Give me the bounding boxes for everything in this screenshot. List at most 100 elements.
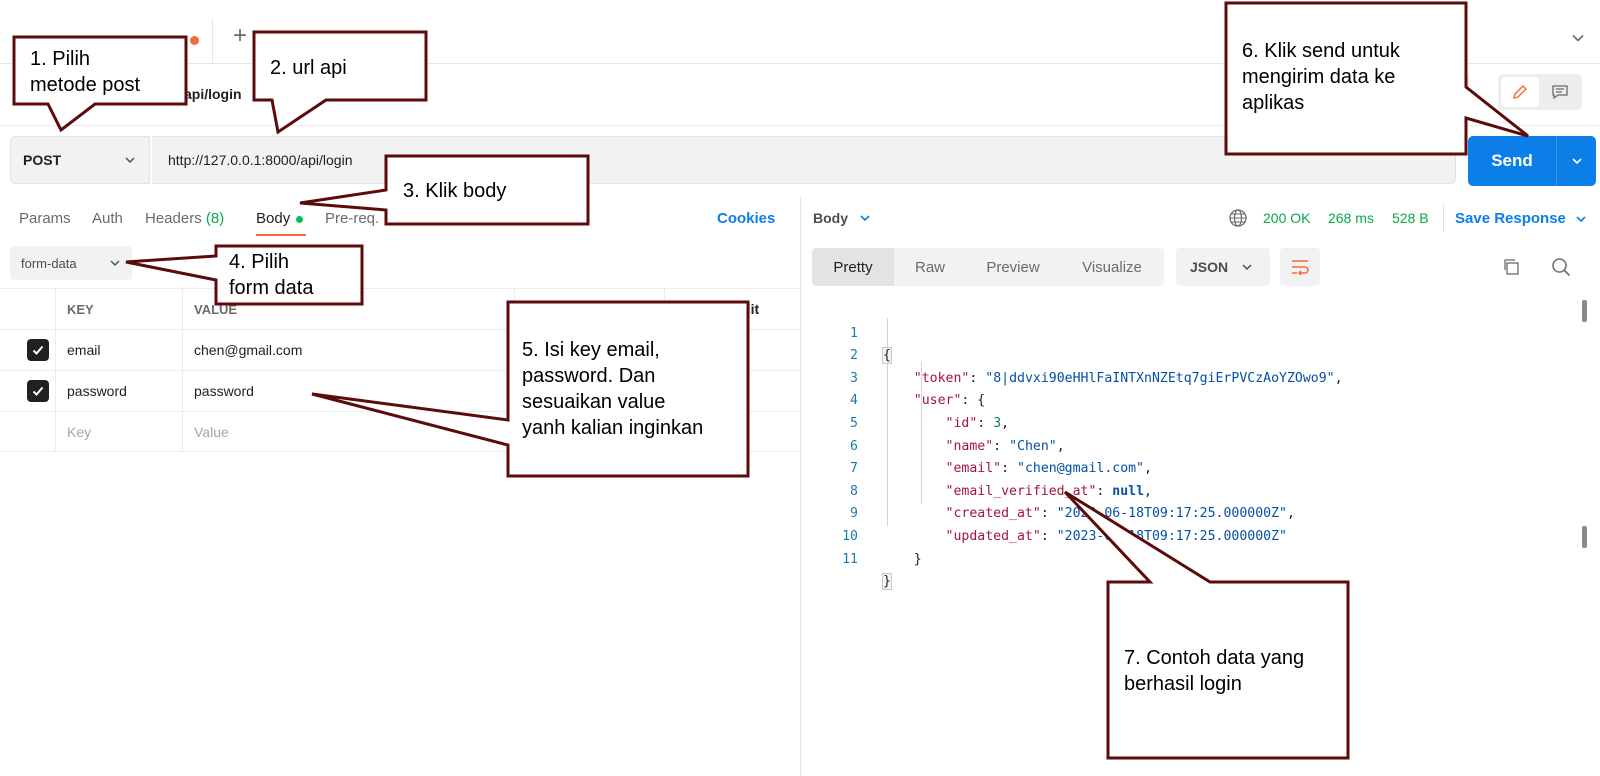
panel-divider[interactable] (800, 196, 801, 776)
send-button[interactable]: Send (1468, 136, 1556, 186)
tab-body-underline (256, 234, 306, 236)
wrap-lines-icon (1292, 260, 1309, 276)
chevron-down-icon (860, 215, 870, 222)
tab-visualize[interactable]: Visualize (1060, 248, 1164, 286)
tab-pretty[interactable]: Pretty (812, 248, 894, 286)
callout-7-text: 7. Contoh data yang berhasil login (1124, 645, 1304, 697)
save-response-button[interactable]: Save Response (1455, 210, 1588, 227)
callout-line: 4. Pilih (229, 251, 290, 273)
tabs-chevron-down-icon[interactable] (1568, 28, 1588, 48)
bulk-edit-link[interactable]: k Edit (710, 289, 800, 329)
code-line: 4 "id": 3, (812, 368, 1572, 431)
chevron-down-icon (1242, 264, 1252, 271)
tab-headers[interactable]: Headers (8) (145, 210, 224, 227)
body-active-dot (296, 215, 304, 223)
callout-4-text: 4. Pilih form data (229, 249, 313, 301)
scrollbar-thumb[interactable] (1582, 526, 1587, 548)
header-description (514, 289, 664, 329)
response-size[interactable]: 528 B (1392, 210, 1429, 226)
code-line: 1 { (812, 300, 1572, 365)
globe-icon[interactable] (1228, 208, 1248, 228)
code-line: 11 } (812, 526, 1572, 591)
row-key[interactable]: email (55, 330, 182, 370)
save-response-label: Save Response (1455, 210, 1566, 227)
tab-raw[interactable]: Raw (894, 248, 966, 286)
request-name[interactable]: api/login (184, 86, 242, 102)
row-check-cell (0, 330, 55, 370)
wrap-lines-button[interactable] (1280, 248, 1320, 286)
response-status[interactable]: 200 OK (1263, 210, 1310, 226)
new-key-input[interactable]: Key (55, 412, 182, 452)
code-line: 9 "updated_at": "2023-06-18T09:17:25.000… (812, 481, 1572, 544)
row-spacer (710, 330, 800, 370)
callout-line: password. Dan (522, 365, 656, 387)
chevron-down-icon (125, 157, 135, 164)
checkmark-icon (32, 386, 44, 396)
cookies-link[interactable]: Cookies (717, 210, 775, 227)
callout-line: mengirim data ke (1242, 66, 1396, 88)
callout-line: form data (229, 277, 314, 299)
url-input[interactable] (152, 136, 1456, 184)
response-separator (1443, 204, 1444, 232)
checkmark-icon (32, 345, 44, 355)
request-tabs: Params Auth Headers (8) Body Pre-req. Co… (0, 196, 800, 240)
row-check-cell (0, 371, 55, 411)
response-body-label: Body (813, 210, 848, 226)
tab-body-label: Body (256, 210, 291, 227)
callout-line: 7. Contoh data yang (1124, 647, 1305, 669)
edit-mode-button[interactable] (1501, 77, 1539, 107)
row-value[interactable]: chen@gmail.com (182, 330, 514, 370)
format-label: JSON (1190, 259, 1229, 275)
code-line: 6 "email": "chen@gmail.com", (812, 413, 1572, 477)
send-options-button[interactable] (1556, 136, 1596, 186)
callout-5-text: 5. Isi key email, password. Dan sesuaika… (522, 337, 703, 441)
new-tab-icon[interactable]: + (228, 24, 252, 48)
response-body-select[interactable]: Body (813, 210, 872, 226)
chevron-down-icon (110, 260, 120, 266)
header-check-cell (0, 289, 55, 329)
header-more (664, 289, 710, 329)
mode-toggle (1498, 74, 1582, 110)
callout-line: 5. Isi key email, (522, 339, 660, 361)
scrollbar-thumb[interactable] (1582, 300, 1587, 322)
tab-body[interactable]: Body (256, 210, 304, 227)
code-line: 5 "name": "Chen", (812, 390, 1572, 454)
unsaved-dot (190, 36, 199, 45)
response-time[interactable]: 268 ms (1328, 210, 1374, 226)
callout-1-text: 1. Pilih metode post (30, 46, 140, 98)
body-mode-select[interactable]: form-data (10, 246, 132, 280)
tab-separator (212, 18, 213, 64)
bulk-edit-label: k Edit (721, 301, 760, 317)
method-select[interactable]: POST (10, 136, 150, 184)
comments-button[interactable] (1541, 77, 1579, 107)
tab-auth[interactable]: Auth (92, 210, 123, 227)
new-value-input[interactable]: Value (182, 412, 514, 452)
code-line: 3 "user": { (812, 345, 1572, 409)
callout-line: 6. Klik send untuk (1242, 40, 1400, 62)
format-select[interactable]: JSON (1176, 248, 1270, 286)
tab-prerequest[interactable]: Pre-req. (325, 210, 379, 227)
row-key[interactable]: password (55, 371, 182, 411)
pencil-icon (1513, 85, 1527, 99)
method-label: POST (23, 152, 62, 168)
tab-preview[interactable]: Preview (966, 248, 1060, 286)
brace: } (882, 573, 892, 591)
response-code-viewer[interactable]: 1 { 2 "token": "8|ddvxi90eHHlFaINTXnNZEt… (812, 300, 1572, 591)
row-checkbox[interactable] (27, 380, 49, 402)
row-spacer (710, 412, 800, 452)
header-key: KEY (55, 289, 182, 329)
callout-line: sesuaikan value (522, 391, 666, 413)
code-line: 10 } (812, 503, 1572, 567)
row-checkbox[interactable] (27, 339, 49, 361)
tab-params[interactable]: Params (19, 210, 71, 227)
header-divider (1468, 74, 1469, 116)
callout-line: berhasil login (1124, 673, 1242, 695)
code-line: 2 "token": "8|ddvxi90eHHlFaINTXnNZEtq7gi… (812, 323, 1572, 386)
body-mode-label: form-data (21, 255, 77, 271)
search-icon[interactable] (1551, 257, 1571, 277)
row-value[interactable]: password (182, 371, 514, 411)
headers-count: (8) (205, 210, 225, 227)
callout-2-text: 2. url api (270, 55, 347, 81)
copy-icon[interactable] (1502, 258, 1520, 276)
code-line: 7 "email_verified_at": null, (812, 436, 1572, 499)
